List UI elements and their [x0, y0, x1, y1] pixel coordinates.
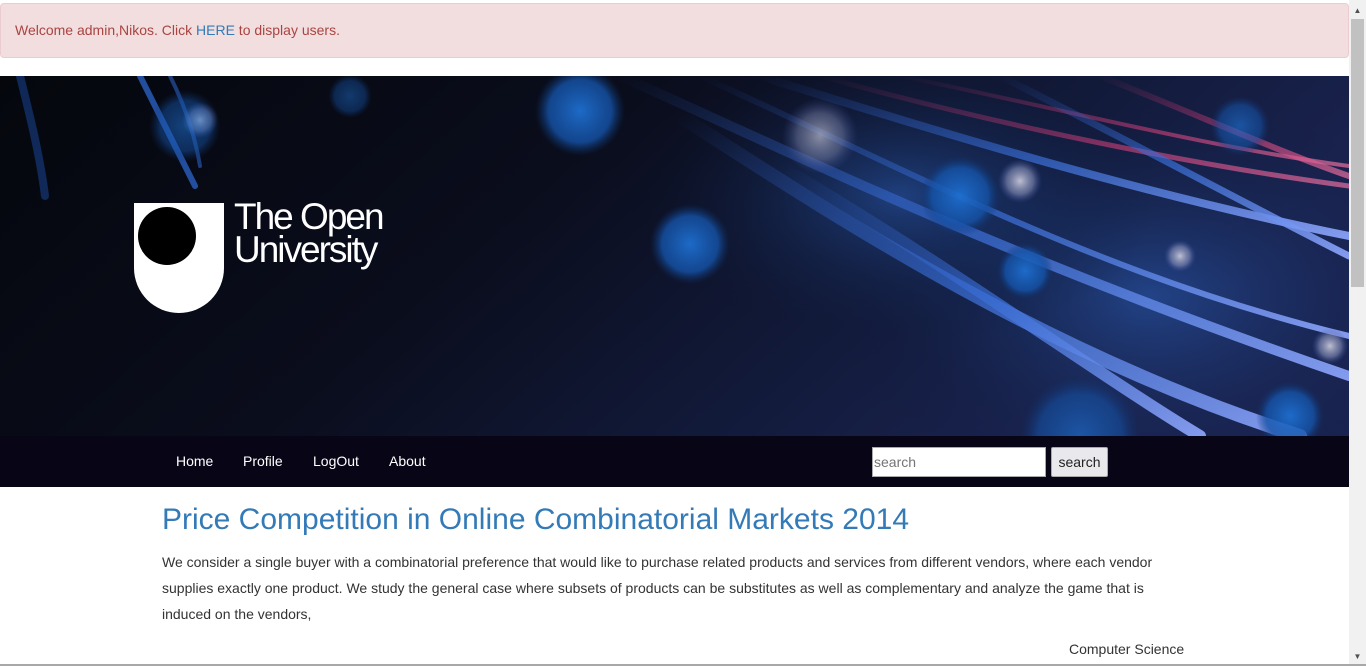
- nav-logout[interactable]: LogOut: [313, 453, 359, 469]
- alert-text-prefix: Welcome admin,Nikos. Click: [15, 22, 197, 38]
- nav-about[interactable]: About: [389, 453, 426, 469]
- alert-text-suffix: to display users.: [234, 22, 340, 38]
- logo-wordmark: The Open University: [234, 198, 385, 270]
- scroll-up-icon[interactable]: ▲: [1349, 2, 1366, 19]
- scroll-down-icon[interactable]: ▼: [1349, 648, 1366, 665]
- vertical-scrollbar[interactable]: ▲ ▼: [1349, 0, 1366, 666]
- article-category: Computer Science: [1069, 641, 1185, 657]
- logo-line-2: University: [234, 229, 378, 270]
- nav-profile[interactable]: Profile: [243, 453, 283, 469]
- main-navbar: Home Profile LogOut About: [0, 436, 1349, 487]
- nav-home[interactable]: Home: [176, 453, 213, 469]
- article-title[interactable]: Price Competition in Online Combinatoria…: [162, 503, 909, 537]
- university-logo[interactable]: The Open University: [134, 198, 414, 315]
- display-users-link[interactable]: HERE: [196, 22, 235, 38]
- search-button[interactable]: search: [1051, 447, 1108, 477]
- open-university-shield-icon: [134, 203, 224, 313]
- welcome-alert: Welcome admin,Nikos. Click HERE to displ…: [0, 3, 1349, 58]
- page: Welcome admin,Nikos. Click HERE to displ…: [0, 0, 1349, 666]
- search-input[interactable]: [872, 447, 1046, 477]
- article-abstract: We consider a single buyer with a combin…: [162, 554, 1153, 622]
- scrollbar-thumb[interactable]: [1351, 19, 1364, 287]
